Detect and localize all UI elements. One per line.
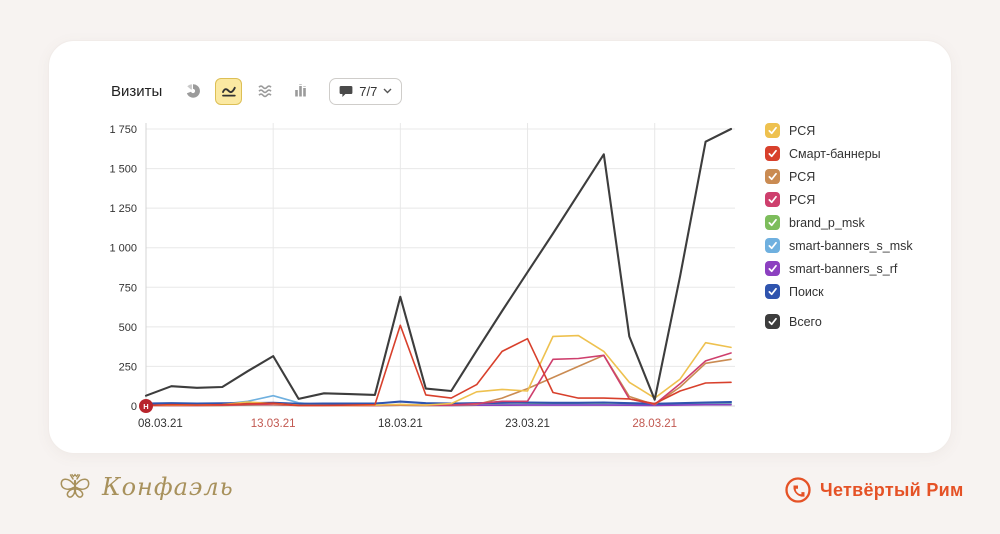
holiday-marker-label: Н: [143, 402, 148, 411]
check-icon: [767, 125, 778, 136]
chart-type-stacked-button[interactable]: [251, 78, 278, 105]
legend-item[interactable]: РСЯ: [765, 192, 913, 207]
legend-label: Всего: [789, 315, 822, 329]
chart-legend: РСЯ Смарт-баннеры РСЯ РСЯ brand_p_msk smart-b…: [765, 123, 913, 337]
report-title: Визиты: [111, 83, 162, 100]
check-icon: [767, 263, 778, 274]
x-axis-tick-label: 23.03.21: [505, 418, 550, 430]
series-line-8[interactable]: [146, 129, 731, 400]
butterfly-icon: [56, 468, 94, 506]
legend-label: РСЯ: [789, 170, 815, 184]
stacked-area-icon: [257, 83, 273, 99]
x-axis-tick-label: 13.03.21: [251, 418, 296, 430]
y-axis-tick-label: 1 500: [109, 164, 137, 176]
check-icon: [767, 148, 778, 159]
legend-checkbox[interactable]: [765, 238, 780, 253]
legend-checkbox[interactable]: [765, 284, 780, 299]
line-chart-icon: [221, 83, 237, 99]
legend-label: РСЯ: [789, 193, 815, 207]
check-icon: [767, 194, 778, 205]
column-chart-icon: [293, 83, 309, 99]
chart-area: 0 250 500 750 1 000 1 250 1 500 1 750 08.03.21 13…: [99, 113, 789, 458]
y-axis-tick-label: 500: [119, 322, 137, 334]
legend-checkbox[interactable]: [765, 146, 780, 161]
check-icon: [767, 286, 778, 297]
segments-filter-dropdown[interactable]: 7/7: [329, 78, 402, 105]
legend-item[interactable]: smart-banners_s_msk: [765, 238, 913, 253]
y-axis-tick-label: 250: [119, 361, 137, 373]
legend-checkbox[interactable]: [765, 215, 780, 230]
legend-label: smart-banners_s_msk: [789, 239, 913, 253]
series-line-1[interactable]: [146, 325, 731, 405]
y-axis-tick-label: 0: [131, 401, 137, 413]
y-axis-tick-label: 750: [119, 282, 137, 294]
confael-logo-text: Конфаэль: [102, 473, 234, 501]
check-icon: [767, 316, 778, 327]
x-axis-tick-label: 28.03.21: [632, 418, 677, 430]
chart-type-line-button[interactable]: [215, 78, 242, 105]
legend-checkbox[interactable]: [765, 261, 780, 276]
legend-label: РСЯ: [789, 124, 815, 138]
x-axis-tick-label: 08.03.21: [138, 418, 183, 430]
confael-logo: Конфаэль: [56, 468, 234, 506]
chevron-down-icon: [383, 88, 392, 94]
legend-checkbox[interactable]: [765, 314, 780, 329]
y-axis-tick-label: 1 000: [109, 243, 137, 255]
analytics-card: Визиты: [48, 40, 952, 454]
chart-header: Визиты: [111, 77, 402, 105]
check-icon: [767, 240, 778, 251]
fourth-rome-logo: Четвёртый Рим: [784, 476, 964, 504]
legend-item[interactable]: smart-banners_s_rf: [765, 261, 913, 276]
chart-type-columns-button[interactable]: [287, 78, 314, 105]
visits-line-chart[interactable]: 0 250 500 750 1 000 1 250 1 500 1 750 08.03.21 13…: [99, 113, 789, 453]
legend-checkbox[interactable]: [765, 123, 780, 138]
legend-label: Смарт-баннеры: [789, 147, 881, 161]
check-icon: [767, 217, 778, 228]
legend-label: Поиск: [789, 285, 824, 299]
phone-circle-icon: [784, 476, 812, 504]
segments-count: 7/7: [359, 84, 377, 99]
legend-item[interactable]: РСЯ: [765, 123, 913, 138]
x-axis-tick-label: 18.03.21: [378, 418, 423, 430]
legend-checkbox[interactable]: [765, 192, 780, 207]
legend-label: brand_p_msk: [789, 216, 865, 230]
y-axis-tick-label: 1 250: [109, 203, 137, 215]
legend-item[interactable]: РСЯ: [765, 169, 913, 184]
legend-item[interactable]: brand_p_msk: [765, 215, 913, 230]
chart-type-pie-button[interactable]: [179, 78, 206, 105]
y-axis-tick-label: 1 750: [109, 124, 137, 136]
legend-checkbox[interactable]: [765, 169, 780, 184]
comment-bubble-icon: [339, 85, 353, 98]
legend-item[interactable]: Поиск: [765, 284, 913, 299]
pie-chart-icon: [185, 83, 201, 99]
check-icon: [767, 171, 778, 182]
legend-label: smart-banners_s_rf: [789, 262, 897, 276]
legend-item[interactable]: Смарт-баннеры: [765, 146, 913, 161]
fourth-rome-logo-text: Четвёртый Рим: [820, 480, 964, 501]
legend-item[interactable]: Всего: [765, 314, 913, 329]
